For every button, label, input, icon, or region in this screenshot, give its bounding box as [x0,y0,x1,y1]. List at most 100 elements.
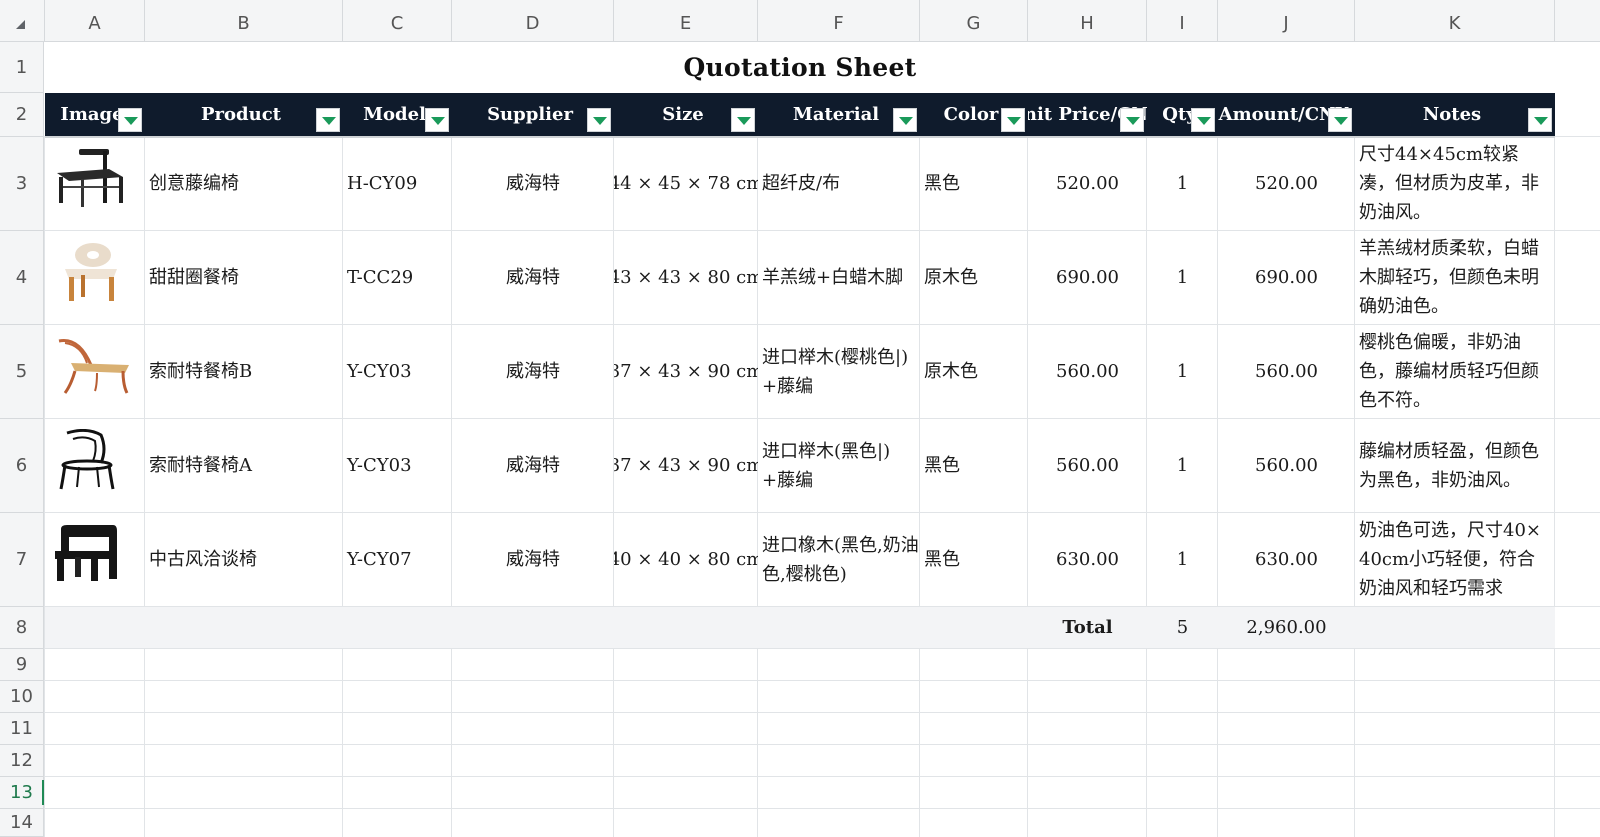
notes-cell[interactable]: 樱桃色偏暖，非奶油色，藤编材质轻巧但颜色不符。 [1355,325,1551,418]
model-cell[interactable]: H-CY09 [343,137,452,230]
size-cell[interactable]: 43 × 43 × 80 cm [614,231,758,324]
product-cell[interactable]: 甜甜圈餐椅 [145,231,343,324]
amount-cell[interactable]: 690.00 [1218,231,1355,324]
row-header-10[interactable]: 10 [0,681,44,713]
qty-cell[interactable]: 1 [1147,419,1218,512]
amount-cell[interactable]: 560.00 [1218,325,1355,418]
size-cell[interactable]: 40 × 40 × 80 cm [614,513,758,606]
row-header-8[interactable]: 8 [0,607,44,649]
grid-col-line [44,137,45,837]
column-header-e[interactable]: E [614,0,758,41]
filter-dropdown-icon[interactable] [1528,108,1552,132]
column-header-g[interactable]: G [920,0,1028,41]
product-cell[interactable]: 索耐特餐椅B [145,325,343,418]
grid-row-line [44,808,1600,809]
size-cell[interactable]: 37 × 43 × 90 cm [614,419,758,512]
amount-cell[interactable]: 560.00 [1218,419,1355,512]
material-cell[interactable]: 羊羔绒+白蜡木脚 [758,231,920,324]
supplier-cell[interactable]: 威海特 [452,419,614,512]
notes-cell[interactable]: 藤编材质轻盈，但颜色为黑色，非奶油风。 [1355,419,1551,512]
model-cell[interactable]: T-CC29 [343,231,452,324]
color-cell[interactable]: 原木色 [920,325,1028,418]
supplier-cell[interactable]: 威海特 [452,325,614,418]
filter-dropdown-icon[interactable] [425,108,449,132]
row-header-7[interactable]: 7 [0,513,44,607]
notes-cell[interactable]: 尺寸44×45cm较紧凑，但材质为皮革，非奶油风。 [1355,137,1551,230]
filter-dropdown-icon[interactable] [731,108,755,132]
product-cell[interactable]: 中古风洽谈椅 [145,513,343,606]
qty-cell[interactable]: 1 [1147,325,1218,418]
filter-dropdown-icon[interactable] [316,108,340,132]
row-header-14[interactable]: 14 [0,809,44,837]
column-header-f[interactable]: F [758,0,920,41]
qty-cell[interactable]: 1 [1147,231,1218,324]
unit-price-cell[interactable]: 690.00 [1028,231,1147,324]
column-header-k[interactable]: K [1355,0,1555,41]
select-all-corner[interactable] [0,0,45,41]
notes-cell[interactable]: 奶油色可选，尺寸40×40cm小巧轻便，符合奶油风和轻巧需求 [1355,513,1551,606]
amount-cell[interactable]: 630.00 [1218,513,1355,606]
row-header-12[interactable]: 12 [0,745,44,777]
unit-price-cell[interactable]: 630.00 [1028,513,1147,606]
total-label[interactable]: Total [1028,607,1147,648]
column-header-i[interactable]: I [1147,0,1218,41]
size-cell[interactable]: 44 × 45 × 78 cm [614,137,758,230]
row-header-3[interactable]: 3 [0,137,44,231]
chair-midcentury-icon[interactable] [51,523,121,585]
header-notes[interactable]: Notes [1355,93,1555,136]
filter-dropdown-icon[interactable] [1120,108,1144,132]
filter-dropdown-icon[interactable] [1328,108,1352,132]
supplier-cell[interactable]: 威海特 [452,137,614,230]
chair-bentwood-black-icon[interactable] [51,429,121,491]
unit-price-cell[interactable]: 520.00 [1028,137,1147,230]
color-cell[interactable]: 原木色 [920,231,1028,324]
size-cell[interactable]: 37 × 43 × 90 cm [614,325,758,418]
row-header-13[interactable]: 13 [0,777,45,809]
product-cell[interactable]: 索耐特餐椅A [145,419,343,512]
row-header-2[interactable]: 2 [0,93,44,137]
column-header-a[interactable]: A [45,0,145,41]
row-header-4[interactable]: 4 [0,231,44,325]
qty-cell[interactable]: 1 [1147,137,1218,230]
filter-dropdown-icon[interactable] [1001,108,1025,132]
filter-dropdown-icon[interactable] [587,108,611,132]
unit-price-cell[interactable]: 560.00 [1028,325,1147,418]
material-cell[interactable]: 进口橡木(黑色,奶油色,樱桃色) [758,513,920,606]
column-header-c[interactable]: C [343,0,452,41]
product-cell[interactable]: 创意藤编椅 [145,137,343,230]
color-cell[interactable]: 黑色 [920,137,1028,230]
column-header-h[interactable]: H [1028,0,1147,41]
material-cell[interactable]: 进口榉木(樱桃色|)+藤编 [758,325,920,418]
column-header-d[interactable]: D [452,0,614,41]
model-cell[interactable]: Y-CY07 [343,513,452,606]
filter-dropdown-icon[interactable] [1191,108,1215,132]
row-header-9[interactable]: 9 [0,649,44,681]
notes-cell[interactable]: 羊羔绒材质柔软，白蜡木脚轻巧，但颜色未明确奶油色。 [1355,231,1551,324]
amount-cell[interactable]: 520.00 [1218,137,1355,230]
total-amount-cell[interactable]: 2,960.00 [1218,607,1355,648]
column-header-j[interactable]: J [1218,0,1355,41]
chair-black-frame-icon[interactable] [51,147,131,209]
color-cell[interactable]: 黑色 [920,419,1028,512]
model-cell[interactable]: Y-CY03 [343,325,452,418]
supplier-cell[interactable]: 威海特 [452,231,614,324]
qty-cell[interactable]: 1 [1147,513,1218,606]
total-qty-cell[interactable]: 5 [1147,607,1218,648]
sheet-title[interactable]: Quotation Sheet [45,42,1555,92]
color-cell[interactable]: 黑色 [920,513,1028,606]
chair-donut-icon[interactable] [51,241,131,303]
header-product[interactable]: Product [145,93,343,136]
material-cell[interactable]: 超纤皮/布 [758,137,920,230]
model-cell[interactable]: Y-CY03 [343,419,452,512]
supplier-cell[interactable]: 威海特 [452,513,614,606]
filter-dropdown-icon[interactable] [893,108,917,132]
material-cell[interactable]: 进口榉木(黑色|)+藤编 [758,419,920,512]
chair-bentwood-cherry-icon[interactable] [51,335,133,397]
filter-dropdown-icon[interactable] [118,108,142,132]
unit-price-cell[interactable]: 560.00 [1028,419,1147,512]
column-header-b[interactable]: B [145,0,343,41]
row-header-5[interactable]: 5 [0,325,44,419]
row-header-1[interactable]: 1 [0,42,44,93]
row-header-6[interactable]: 6 [0,419,44,513]
row-header-11[interactable]: 11 [0,713,44,745]
